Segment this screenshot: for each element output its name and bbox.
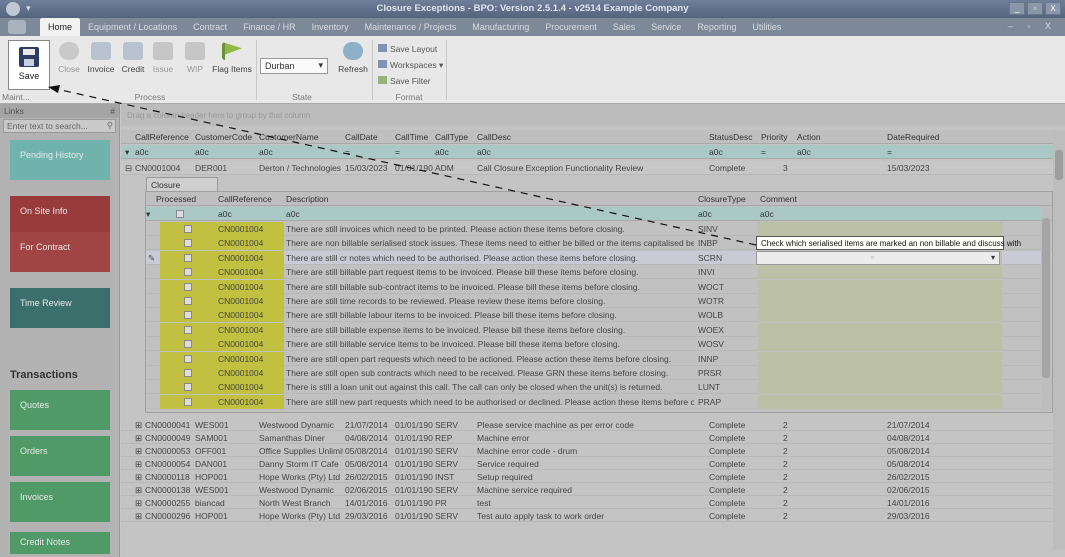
annotation-arrow: [48, 85, 757, 246]
